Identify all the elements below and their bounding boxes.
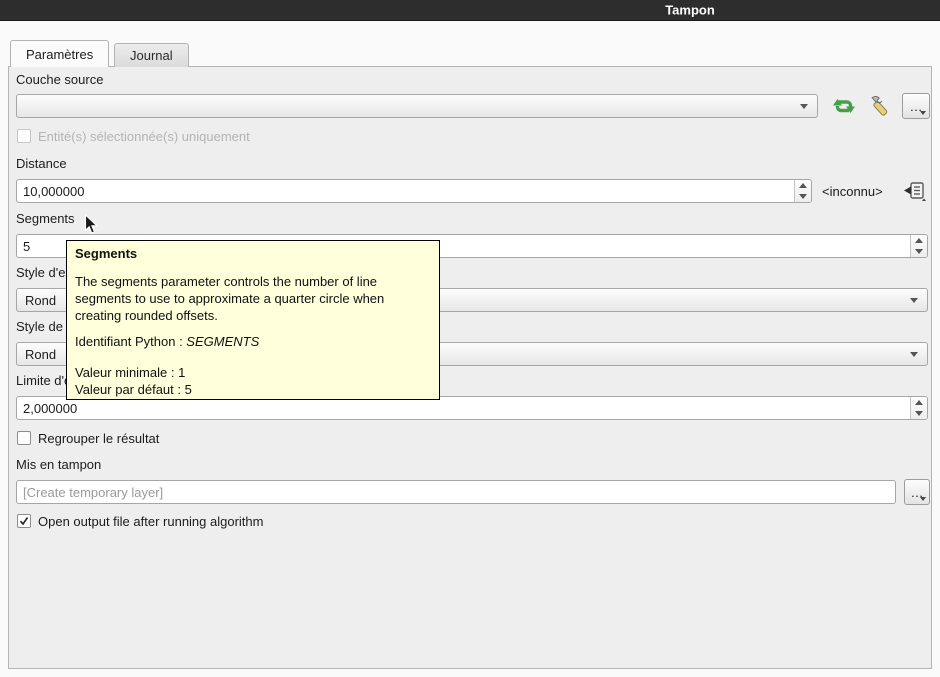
- spin-up-button[interactable]: [911, 397, 927, 408]
- source-layer-combobox[interactable]: [16, 94, 818, 118]
- mouse-cursor-icon: [84, 214, 100, 239]
- source-browse-button[interactable]: …: [902, 93, 930, 119]
- tooltip-min-value: Valeur minimale : 1: [75, 364, 431, 381]
- spin-down-button[interactable]: [911, 246, 927, 257]
- segments-tooltip: Segments The segments parameter controls…: [66, 240, 440, 400]
- tab-parametres-label: Paramètres: [26, 47, 93, 62]
- advanced-options-button[interactable]: [866, 93, 894, 119]
- selected-only-label: Entité(s) sélectionnée(s) uniquement: [38, 129, 250, 144]
- tooltip-default-value: Valeur par défaut : 5: [75, 381, 431, 398]
- iterate-over-layer-button[interactable]: [830, 93, 858, 119]
- distance-unit-label: <inconnu>: [822, 184, 883, 199]
- chevron-down-icon: [800, 104, 808, 109]
- segments-label: Segments: [16, 211, 75, 226]
- miter-limit-input[interactable]: [17, 397, 927, 419]
- spin-down-button[interactable]: [911, 408, 927, 419]
- titlebar: Tampon: [0, 0, 940, 21]
- chevron-down-icon: [910, 298, 918, 303]
- output-label: Mis en tampon: [16, 457, 101, 472]
- data-defined-override-icon: [902, 181, 928, 203]
- selected-only-checkbox: [17, 129, 31, 143]
- miter-limit-spin-buttons: [910, 397, 927, 419]
- tab-parametres[interactable]: Paramètres: [10, 40, 109, 67]
- chevron-down-icon: [910, 352, 918, 357]
- tooltip-title: Segments: [75, 245, 431, 262]
- output-field[interactable]: [16, 480, 896, 504]
- tooltip-python-id-label: Identifiant Python :: [75, 334, 186, 349]
- wrench-icon: [868, 94, 892, 118]
- segments-spin-buttons: [910, 235, 927, 257]
- source-layer-label: Couche source: [16, 72, 103, 87]
- tab-journal-label: Journal: [130, 48, 173, 63]
- spin-up-button[interactable]: [911, 235, 927, 246]
- iterate-icon: [832, 94, 856, 118]
- open-output-checkbox[interactable]: [17, 514, 31, 528]
- spin-up-button[interactable]: [795, 180, 811, 191]
- join-style-value: Rond: [25, 347, 56, 362]
- dissolve-checkbox[interactable]: [17, 431, 31, 445]
- chevron-down-icon: [920, 111, 926, 115]
- checkmark-icon: [19, 516, 29, 526]
- end-cap-style-value: Rond: [25, 293, 56, 308]
- tooltip-python-id-value: SEGMENTS: [186, 334, 259, 349]
- distance-spin-buttons: [794, 180, 811, 202]
- dissolve-label[interactable]: Regrouper le résultat: [38, 431, 159, 446]
- window-title: Tampon: [665, 3, 715, 18]
- buffer-dialog: Tampon Paramètres Journal Couche source …: [0, 0, 940, 677]
- tooltip-python-id: Identifiant Python : SEGMENTS: [75, 333, 431, 350]
- open-output-label[interactable]: Open output file after running algorithm: [38, 514, 263, 529]
- output-input[interactable]: [17, 481, 895, 503]
- chevron-down-icon: [920, 497, 926, 501]
- distance-input[interactable]: [17, 180, 811, 202]
- distance-label: Distance: [16, 156, 67, 171]
- distance-spinbox[interactable]: [16, 179, 812, 203]
- data-defined-override-button[interactable]: [900, 180, 930, 204]
- tooltip-description: The segments parameter controls the numb…: [75, 273, 431, 324]
- tab-journal[interactable]: Journal: [114, 43, 189, 67]
- spin-down-button[interactable]: [795, 191, 811, 202]
- output-browse-button[interactable]: …: [904, 479, 930, 505]
